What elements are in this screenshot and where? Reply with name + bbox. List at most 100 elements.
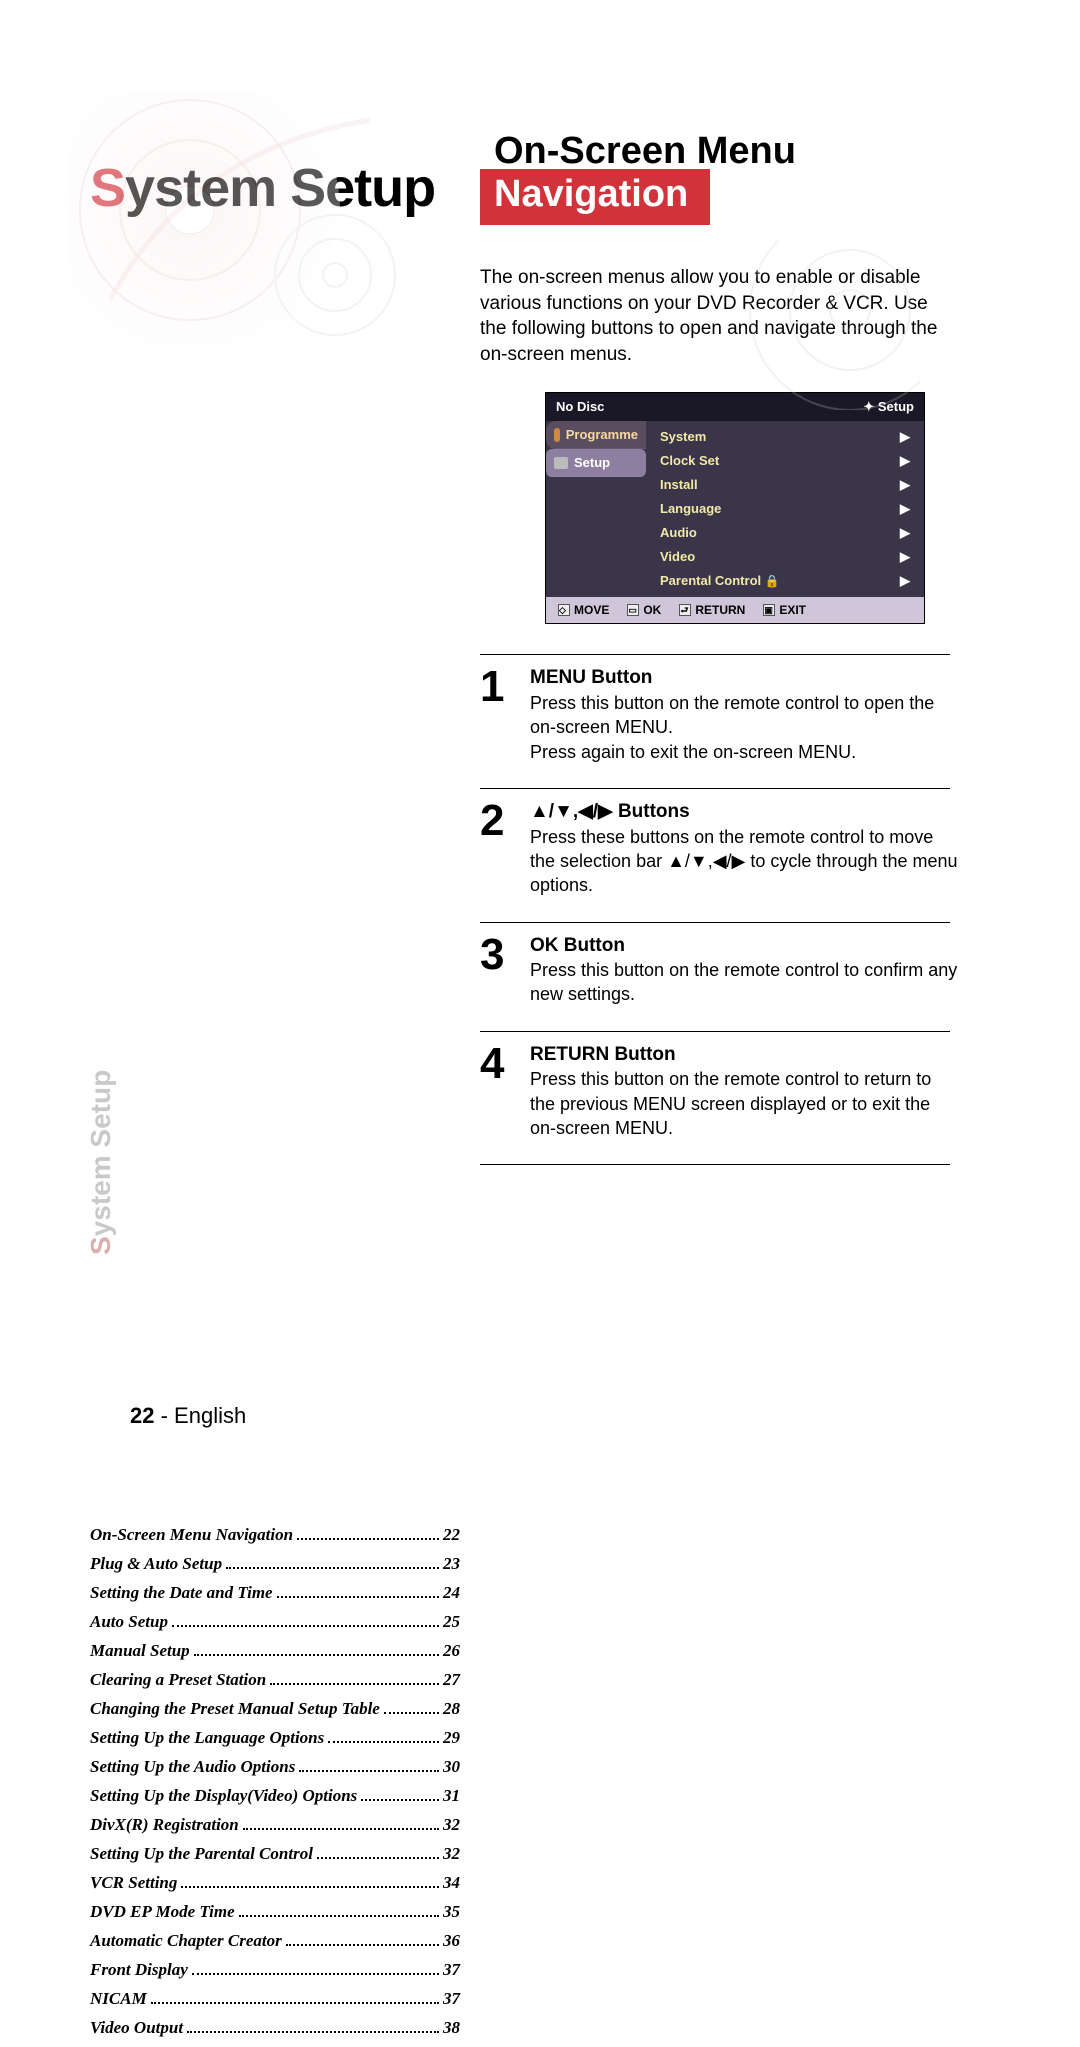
osd-item: Audio▶	[646, 521, 924, 545]
toc-page: 24	[443, 1583, 460, 1603]
toc-leader-dots	[384, 1712, 439, 1714]
toc-leader-dots	[297, 1538, 439, 1540]
ok-key-icon: ▭	[627, 604, 639, 616]
arrow-buttons-icon: ▲/▼,◀/▶	[530, 801, 618, 822]
toc-leader-dots	[239, 1915, 439, 1917]
toc-row: Plug & Auto Setup 23	[90, 1554, 460, 1574]
toc-leader-dots	[194, 1654, 439, 1656]
step-body: ▲/▼,◀/▶ ButtonsPress these buttons on th…	[530, 799, 960, 898]
toc-title: Changing the Preset Manual Setup Table	[90, 1699, 380, 1719]
osd-item: Parental Control 🔒▶	[646, 569, 924, 593]
osd-top-right: ✦ Setup	[863, 399, 914, 415]
toc-row: Changing the Preset Manual Setup Table28	[90, 1699, 460, 1719]
toc-title: Manual Setup	[90, 1641, 190, 1661]
page-number: 22	[130, 1403, 154, 1428]
toc-row: Setting Up the Language Options29	[90, 1728, 460, 1748]
toc-leader-dots	[317, 1857, 439, 1859]
toc-title: Plug & Auto Setup	[90, 1554, 222, 1574]
step-title: ▲/▼,◀/▶ Buttons	[530, 801, 690, 822]
toc-title: Setting Up the Parental Control	[90, 1844, 313, 1864]
toc-row: DVD EP Mode Time 35	[90, 1902, 460, 1922]
toc-title: Front Display	[90, 1960, 188, 1980]
toc-page: 25	[443, 1612, 460, 1632]
instruction-step: 4RETURN ButtonPress this button on the r…	[480, 1042, 960, 1141]
chapter-title-accent: S	[90, 158, 125, 218]
toc-title: On-Screen Menu Navigation	[90, 1525, 293, 1545]
toc-page: 29	[443, 1728, 460, 1748]
toc-title: DVD EP Mode Time	[90, 1902, 235, 1922]
intro-paragraph: The on-screen menus allow you to enable …	[480, 265, 950, 368]
instruction-step: 1MENU ButtonPress this button on the rem…	[480, 665, 960, 764]
chevron-right-icon: ▶	[900, 573, 910, 589]
toc-page: 27	[443, 1670, 460, 1690]
osd-item: Clock Set▶	[646, 449, 924, 473]
osd-screenshot: No Disc ✦ Setup Programme Setup System▶C…	[545, 392, 925, 624]
toc-leader-dots	[151, 2002, 439, 2004]
lock-icon: 🔒	[761, 574, 779, 588]
osd-top-left: No Disc	[556, 399, 604, 415]
chevron-right-icon: ▶	[900, 477, 910, 493]
toc-page: 37	[443, 1960, 460, 1980]
osd-hint-move: ◇MOVE	[558, 603, 609, 617]
toc-title: DivX(R) Registration	[90, 1815, 239, 1835]
toc-row: Setting Up the Audio Options30	[90, 1757, 460, 1777]
osd-item: Video▶	[646, 545, 924, 569]
toc-title: Auto Setup	[90, 1612, 168, 1632]
osd-main-list: System▶Clock Set▶Install▶Language▶Audio▶…	[646, 421, 924, 597]
chapter-title: System Setup	[90, 160, 450, 217]
step-number: 2	[480, 799, 516, 898]
chevron-right-icon: ▶	[900, 501, 910, 517]
toc-page: 22	[443, 1525, 460, 1545]
toc-leader-dots	[172, 1625, 439, 1627]
divider	[480, 922, 950, 923]
osd-item: Language▶	[646, 497, 924, 521]
instruction-step: 3OK ButtonPress this button on the remot…	[480, 933, 960, 1007]
toc-leader-dots	[181, 1886, 439, 1888]
toc-title: VCR Setting	[90, 1873, 177, 1893]
toc-title: NICAM	[90, 1989, 147, 2009]
toc-row: Video Output38	[90, 2018, 460, 2038]
step-body: OK ButtonPress this button on the remote…	[530, 933, 960, 1007]
exit-key-icon: ▣	[763, 604, 775, 616]
step-title: MENU Button	[530, 667, 652, 688]
osd-hint-return: ⮐RETURN	[679, 603, 745, 617]
toc-title: Clearing a Preset Station	[90, 1670, 266, 1690]
toc-title: Setting the Date and Time	[90, 1583, 273, 1603]
chapter-title-rest: ystem Setup	[125, 158, 435, 218]
toc-row: NICAM37	[90, 1989, 460, 2009]
toc-page: 31	[443, 1786, 460, 1806]
move-key-icon: ◇	[558, 604, 570, 616]
step-title: OK Button	[530, 935, 625, 956]
toc-row: Manual Setup 26	[90, 1641, 460, 1661]
toc-leader-dots	[270, 1683, 439, 1685]
toc-row: On-Screen Menu Navigation 22	[90, 1525, 460, 1545]
toc-row: Setting Up the Display(Video) Options31	[90, 1786, 460, 1806]
chevron-right-icon: ▶	[900, 429, 910, 445]
step-number: 4	[480, 1042, 516, 1141]
disc-art-left	[70, 90, 430, 350]
section-title-line2: Navigation	[480, 169, 710, 225]
divider	[480, 788, 950, 789]
toc-leader-dots	[226, 1567, 439, 1569]
toc-row: Clearing a Preset Station 27	[90, 1670, 460, 1690]
toc-page: 26	[443, 1641, 460, 1661]
toc-page: 23	[443, 1554, 460, 1574]
divider	[480, 1031, 950, 1032]
step-title: RETURN Button	[530, 1044, 676, 1065]
table-of-contents: On-Screen Menu Navigation 22 Plug & Auto S…	[90, 1525, 460, 2038]
chevron-right-icon: ▶	[900, 549, 910, 565]
side-tab-label: System Setup	[85, 1070, 117, 1255]
osd-side-programme: Programme	[546, 421, 646, 449]
osd-item: Install▶	[646, 473, 924, 497]
toc-page: 35	[443, 1902, 460, 1922]
toc-leader-dots	[328, 1741, 439, 1743]
osd-item: System▶	[646, 425, 924, 449]
toc-page: 32	[443, 1844, 460, 1864]
toc-leader-dots	[361, 1799, 439, 1801]
toc-leader-dots	[192, 1973, 439, 1975]
divider	[480, 654, 950, 655]
chevron-right-icon: ▶	[900, 453, 910, 469]
toc-leader-dots	[286, 1944, 439, 1946]
return-key-icon: ⮐	[679, 604, 691, 616]
toc-title: Setting Up the Audio Options	[90, 1757, 295, 1777]
